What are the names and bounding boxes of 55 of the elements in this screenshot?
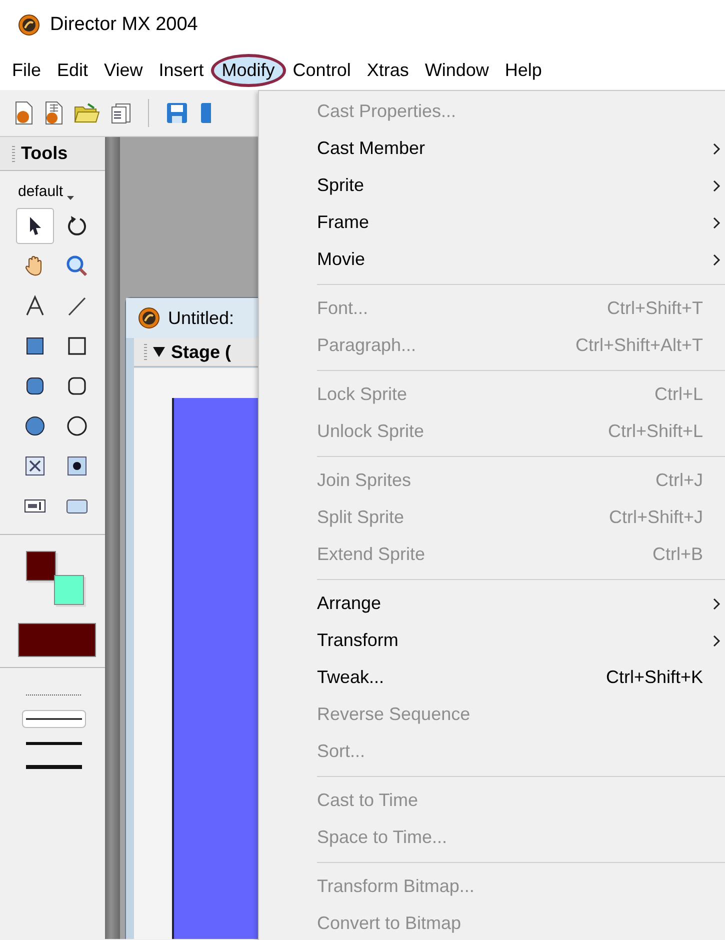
menu-item[interactable]: File <box>3 54 50 86</box>
menu-item[interactable]: Tweak... Ctrl+Shift+K <box>259 659 725 696</box>
menu-item[interactable]: Modify <box>210 54 286 86</box>
rotate-icon <box>65 214 89 238</box>
palette-dropdown[interactable]: default <box>0 171 105 206</box>
chevron-right-icon <box>713 216 721 228</box>
folder-icon[interactable] <box>74 102 100 124</box>
menu-item[interactable]: Help <box>496 54 551 86</box>
document-list-icon[interactable] <box>110 102 132 124</box>
line-width-option[interactable] <box>22 710 86 728</box>
menu-item[interactable]: Transform <box>259 622 725 659</box>
round-rect-icon <box>65 374 89 398</box>
menu-item[interactable]: Xtras <box>358 54 418 86</box>
window-title: Director MX 2004 <box>50 14 198 36</box>
panel-title: Tools <box>21 143 68 164</box>
menu-item[interactable]: Movie <box>259 241 725 278</box>
pattern-swatch[interactable] <box>18 623 96 657</box>
magnifier-icon <box>65 254 89 278</box>
stage-window-title: Untitled: <box>168 308 234 328</box>
thick-line-icon <box>26 765 82 769</box>
rect-icon <box>65 334 89 358</box>
chevron-right-icon <box>713 142 721 154</box>
dotted-line-icon <box>26 694 82 696</box>
menu-item[interactable]: View <box>95 54 152 86</box>
director-logo-icon <box>138 307 160 329</box>
menu-item[interactable]: Window <box>416 54 498 86</box>
radio-icon <box>65 454 89 478</box>
chevron-right-icon <box>713 634 721 646</box>
save-icon[interactable] <box>165 101 189 125</box>
menu-item[interactable]: Edit <box>48 54 98 86</box>
new-movie-icon[interactable] <box>14 101 34 125</box>
grip-handle[interactable] <box>144 344 147 360</box>
panel-title: Stage ( <box>171 342 232 362</box>
chevron-right-icon <box>713 598 721 610</box>
chevron-right-icon <box>713 254 721 266</box>
chevron-right-icon <box>713 180 721 192</box>
background-color-swatch[interactable] <box>54 575 84 605</box>
medium-line-icon <box>26 742 82 744</box>
foreground-color-swatch[interactable] <box>26 551 56 581</box>
menu-item[interactable]: Control <box>284 54 360 86</box>
checkbox-icon <box>23 454 47 478</box>
ellipse-icon <box>65 414 89 438</box>
dropdown-caret-icon <box>67 196 74 200</box>
thin-line-icon <box>26 718 82 720</box>
menu-item[interactable]: Sprite <box>259 167 725 204</box>
tool-button[interactable] <box>16 208 54 244</box>
menu-item[interactable]: Arrange <box>259 585 725 622</box>
new-cast-icon[interactable] <box>44 101 64 125</box>
app-logo-icon <box>18 14 40 36</box>
grip-handle[interactable] <box>12 146 15 162</box>
menu-item[interactable]: Frame <box>259 204 725 241</box>
filled-ellipse-icon <box>23 414 47 438</box>
menu-item[interactable]: Cast Member <box>259 130 725 167</box>
menu-item[interactable]: Insert <box>150 54 213 86</box>
collapse-triangle-icon[interactable] <box>153 347 165 357</box>
